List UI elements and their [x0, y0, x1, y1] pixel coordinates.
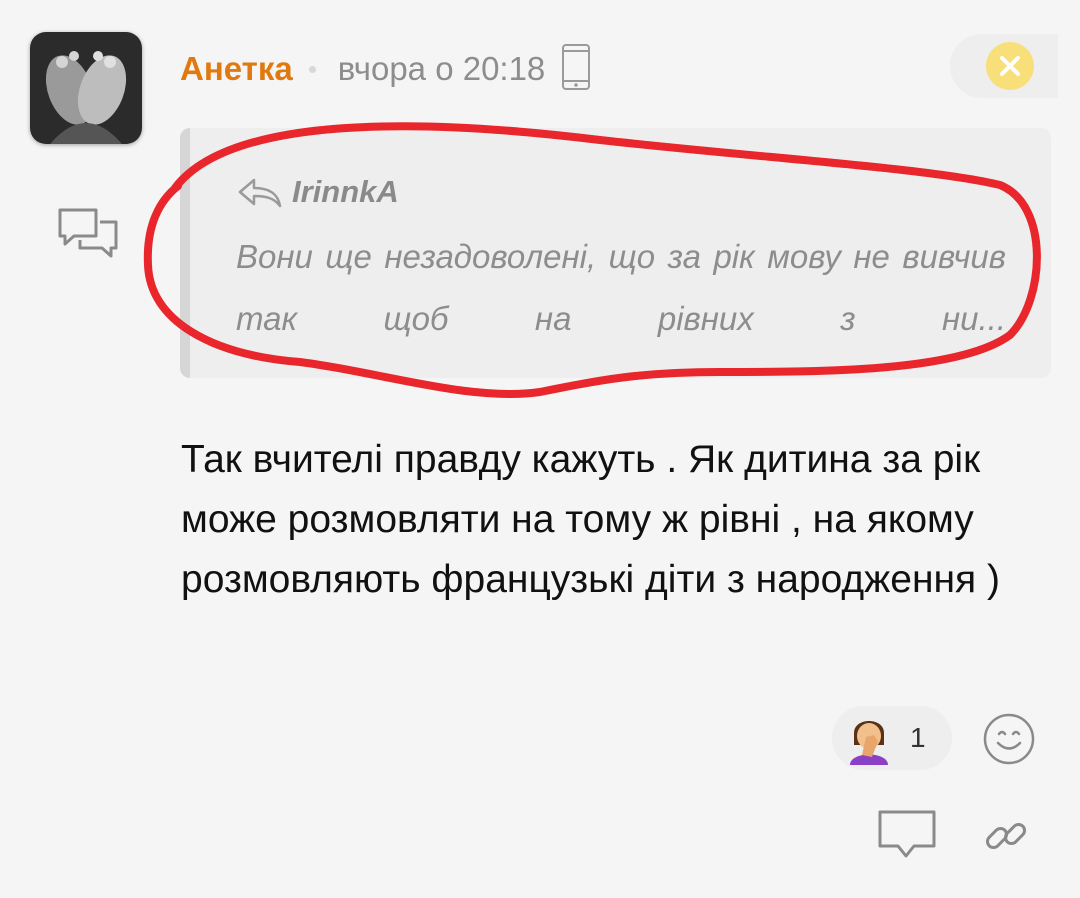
comment-text: Так вчителі правду кажуть . Як дитина за… — [181, 438, 1000, 601]
author-name[interactable]: Анетка — [180, 50, 293, 88]
comments-icon[interactable] — [56, 206, 120, 265]
close-area — [950, 34, 1058, 98]
reply-arrow-icon — [238, 178, 282, 208]
avatar-image — [30, 32, 142, 144]
quote-author-name: IrinnkA — [292, 174, 399, 209]
facepalm-woman-icon — [850, 721, 888, 765]
reaction-badge[interactable]: 1 — [832, 706, 952, 770]
add-reaction-button[interactable] — [982, 712, 1036, 771]
close-icon — [1000, 56, 1020, 76]
quote-author: IrinnkA — [236, 174, 399, 210]
avatar[interactable] — [30, 32, 142, 144]
close-button[interactable] — [986, 42, 1034, 90]
smartphone-icon — [561, 43, 591, 96]
comment-bubble-icon — [878, 810, 936, 858]
link-icon — [985, 822, 1027, 850]
post-time: вчора о 20:18 — [337, 50, 546, 87]
smiley-icon — [983, 713, 1035, 765]
quoted-reply[interactable]: IrinnkA Вони ще незадоволені, що за рік … — [180, 128, 1051, 378]
reply-button[interactable] — [876, 808, 938, 867]
reaction-count: 1 — [910, 722, 926, 753]
quote-text: Вони ще незадоволені, що за рік мову не … — [236, 238, 1006, 337]
post-header: Анетка вчора о 20:18 — [180, 43, 591, 92]
share-link-button[interactable] — [982, 812, 1030, 865]
quote-bar — [180, 128, 190, 378]
separator-dot — [308, 65, 316, 73]
